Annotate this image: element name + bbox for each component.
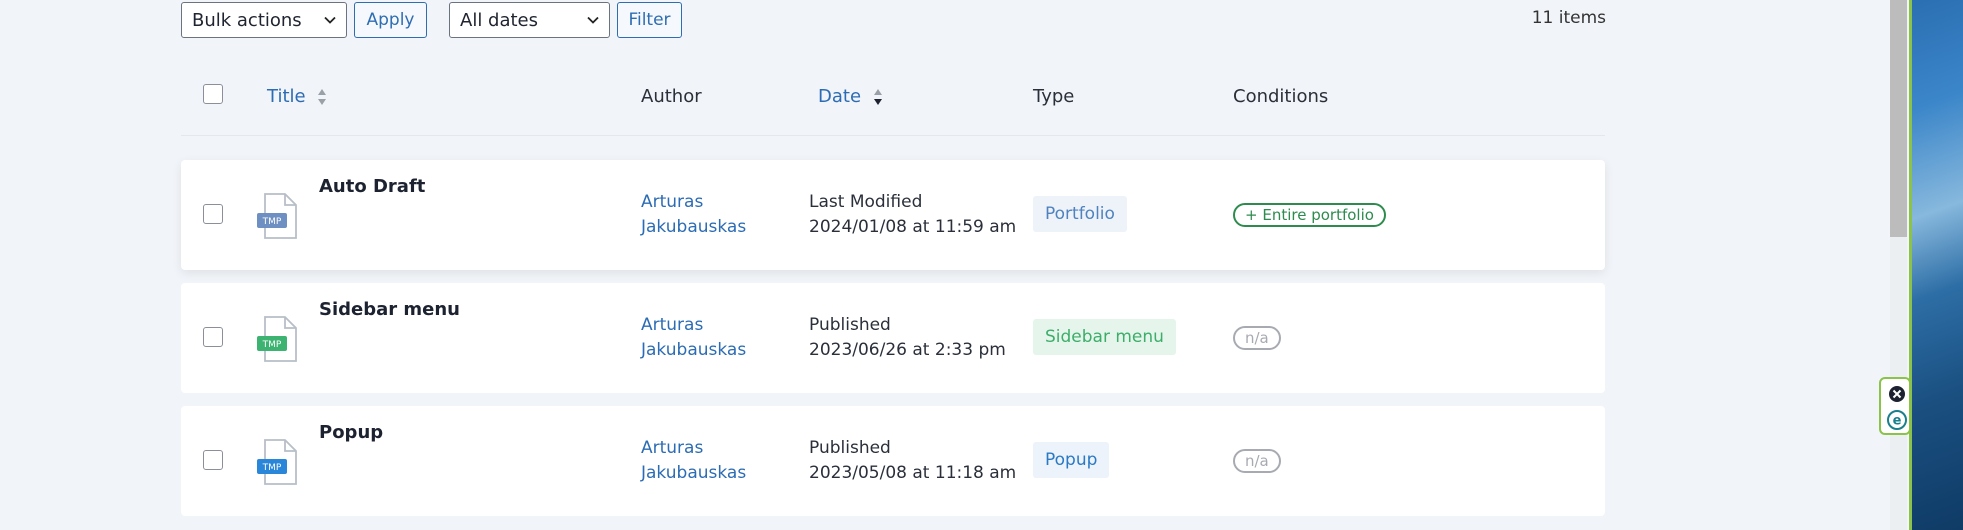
sort-icon <box>318 89 327 105</box>
row-checkbox[interactable] <box>203 204 223 224</box>
date-status: Last Modified <box>809 192 923 212</box>
chevron-down-icon <box>324 16 336 24</box>
table-row: TMP Popup Arturas Jakubauskas Published … <box>181 406 1605 516</box>
type-badge: Sidebar menu <box>1033 319 1176 355</box>
author-column-header: Author <box>641 86 702 107</box>
chevron-down-icon <box>587 16 599 24</box>
row-title-link[interactable]: Popup <box>319 422 383 443</box>
condition-badge: n/a <box>1233 449 1281 473</box>
conditions-column-header: Conditions <box>1233 86 1329 107</box>
row-checkbox[interactable] <box>203 327 223 347</box>
apply-button[interactable]: Apply <box>354 2 427 38</box>
bulk-actions-label: Bulk actions <box>192 9 302 31</box>
template-file-icon: TMP <box>257 316 297 362</box>
close-circle-icon[interactable] <box>1888 385 1906 403</box>
date-column-label: Date <box>818 86 862 107</box>
author-first-name: Arturas <box>641 438 704 458</box>
author-first-name: Arturas <box>641 315 704 335</box>
template-badge-text: TMP <box>262 463 282 473</box>
template-badge-text: TMP <box>262 340 282 350</box>
type-badge: Popup <box>1033 442 1110 478</box>
date-value: 2023/06/26 at 2:33 pm <box>809 340 1006 360</box>
filter-button[interactable]: Filter <box>617 2 682 38</box>
condition-badge: n/a <box>1233 326 1281 350</box>
date-value: 2023/05/08 at 11:18 am <box>809 463 1017 483</box>
author-link[interactable]: Arturas Jakubauskas <box>641 436 746 486</box>
date-cell: Last Modified 2024/01/08 at 11:59 am <box>809 190 1016 240</box>
items-count: 11 items <box>1531 8 1606 28</box>
author-link[interactable]: Arturas Jakubauskas <box>641 190 746 240</box>
dates-select[interactable]: All dates <box>449 2 610 38</box>
author-link[interactable]: Arturas Jakubauskas <box>641 313 746 363</box>
template-file-icon: TMP <box>257 439 297 485</box>
type-column-header: Type <box>1033 86 1075 107</box>
date-status: Published <box>809 315 891 335</box>
svg-text:e: e <box>1893 414 1902 429</box>
author-first-name: Arturas <box>641 192 704 212</box>
table-row: TMP Sidebar menu Arturas Jakubauskas Pub… <box>181 283 1605 393</box>
template-file-icon: TMP <box>257 193 297 239</box>
title-column-header[interactable]: Title <box>267 86 327 107</box>
dates-label: All dates <box>460 9 539 31</box>
sort-desc-icon <box>873 89 882 105</box>
row-checkbox[interactable] <box>203 450 223 470</box>
table-header: Title Author Date Type Conditions <box>181 62 1605 136</box>
title-column-label: Title <box>267 86 306 107</box>
row-title-link[interactable]: Auto Draft <box>319 176 425 197</box>
select-all-checkbox[interactable] <box>203 84 223 104</box>
date-column-header[interactable]: Date <box>818 86 883 107</box>
date-cell: Published 2023/05/08 at 11:18 am <box>809 436 1016 486</box>
e-logo-icon[interactable]: e <box>1887 410 1907 430</box>
bulk-actions-select[interactable]: Bulk actions <box>181 2 347 38</box>
date-value: 2024/01/08 at 11:59 am <box>809 217 1017 237</box>
background-image <box>1909 0 1963 530</box>
date-cell: Published 2023/06/26 at 2:33 pm <box>809 313 1006 363</box>
date-status: Published <box>809 438 891 458</box>
author-last-name: Jakubauskas <box>641 340 747 360</box>
author-last-name: Jakubauskas <box>641 463 747 483</box>
side-widget: e <box>1879 377 1911 435</box>
type-badge: Portfolio <box>1033 196 1127 232</box>
row-title-link[interactable]: Sidebar menu <box>319 299 460 320</box>
condition-badge[interactable]: + Entire portfolio <box>1233 203 1386 227</box>
scrollbar-thumb[interactable] <box>1890 0 1907 237</box>
author-last-name: Jakubauskas <box>641 217 747 237</box>
template-badge-text: TMP <box>262 217 282 227</box>
table-row: TMP Auto Draft Arturas Jakubauskas Last … <box>181 160 1605 270</box>
